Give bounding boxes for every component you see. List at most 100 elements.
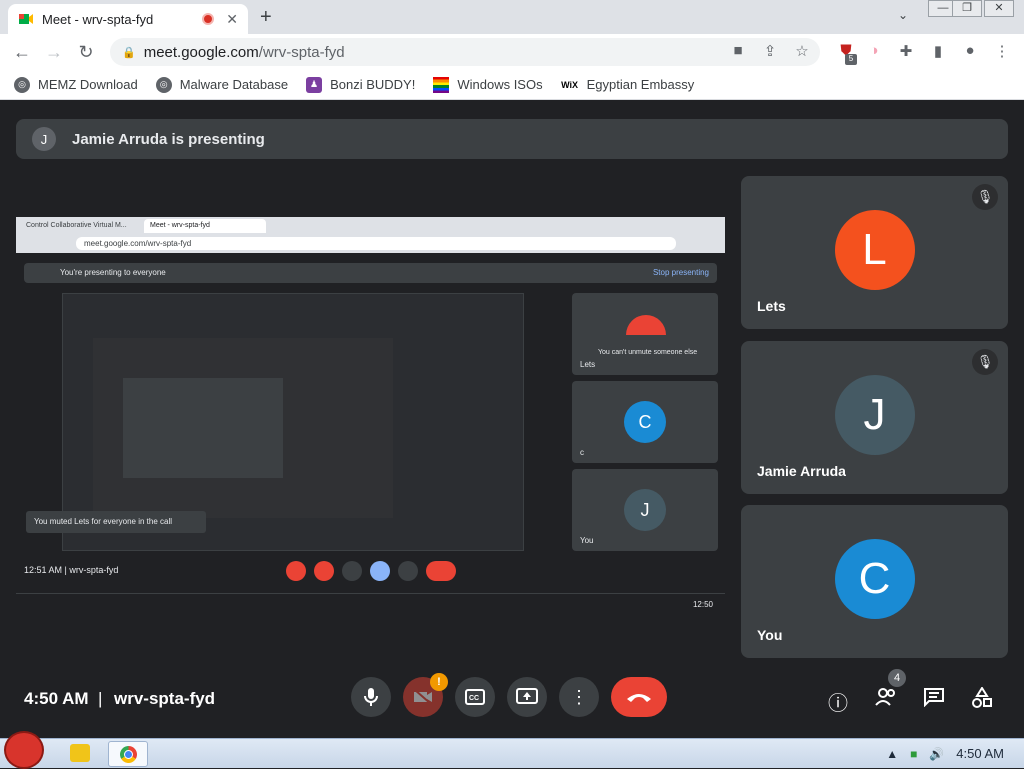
- browser-tab-meet[interactable]: Meet - wrv-spta-fyd ✕: [8, 4, 248, 34]
- camera-warning-badge: !: [430, 673, 448, 691]
- shared-tile-avatar: J: [624, 489, 666, 531]
- close-tab-icon[interactable]: ✕: [226, 11, 238, 28]
- bookmark-memz[interactable]: ◎ MEMZ Download: [14, 76, 138, 93]
- taskbar-clock[interactable]: 4:50 AM: [956, 746, 1004, 761]
- shared-presenting-text: You're presenting to everyone: [60, 268, 166, 277]
- share-icon[interactable]: ⇪: [760, 42, 780, 60]
- new-tab-button[interactable]: +: [260, 6, 272, 29]
- shared-presenting-bar: You're presenting to everyone Stop prese…: [24, 263, 717, 283]
- bookmarks-bar: ◎ MEMZ Download ◎ Malware Database ♟ Bonzi …: [0, 70, 1024, 100]
- flag-extension-icon[interactable]: ◑: [864, 42, 884, 59]
- presenting-text: Jamie Arruda is presenting: [72, 130, 265, 148]
- shared-captions-icon: [342, 561, 362, 581]
- shared-tile-lets-caption: You can't unmute someone else: [598, 349, 698, 356]
- restore-button[interactable]: ❐: [952, 0, 982, 17]
- present-screen-icon: [516, 688, 538, 704]
- participant-name: You: [757, 627, 783, 643]
- side-panel-icon[interactable]: ▮: [928, 42, 948, 60]
- bookmark-egyptian-embassy[interactable]: WiX Egyptian Embassy: [561, 77, 694, 93]
- participant-tile-you[interactable]: C You: [741, 505, 1008, 658]
- shared-tile-lets-avatar: [626, 315, 666, 335]
- participant-name: Lets: [757, 298, 786, 314]
- microphone-button[interactable]: [351, 677, 391, 717]
- mic-off-icon: 🎙: [972, 184, 998, 210]
- presenter-avatar: J: [32, 127, 56, 151]
- shared-taskbar: 12:50: [16, 593, 725, 617]
- volume-icon[interactable]: 🔊: [929, 747, 944, 761]
- meeting-time: 4:50 AM: [24, 689, 89, 708]
- start-button-angry-bird-icon[interactable]: [4, 731, 44, 769]
- shared-end-call-icon: [426, 561, 456, 581]
- participant-avatar: L: [834, 210, 915, 290]
- tab-search-chevron-icon[interactable]: ⌄: [898, 8, 908, 22]
- extensions-puzzle-icon[interactable]: ✚: [896, 42, 916, 60]
- shared-browser-chrome: Control Collaborative Virtual M... Meet …: [16, 217, 725, 253]
- people-icon[interactable]: [873, 687, 899, 713]
- camera-off-icon: [414, 689, 432, 705]
- bonzi-icon: ♟: [306, 76, 323, 93]
- tray-expand-icon[interactable]: ▲: [886, 747, 898, 761]
- meet-control-bar: 4:50 AM | wrv-spta-fyd ! CC ⋮ ⓘ 4: [0, 667, 1024, 729]
- profile-avatar-icon[interactable]: ●: [960, 42, 980, 59]
- chat-icon[interactable]: [921, 687, 947, 713]
- present-button[interactable]: [507, 677, 547, 717]
- recording-indicator-icon: [202, 13, 215, 25]
- activities-icon[interactable]: [969, 686, 995, 715]
- extension-badge: 5: [845, 54, 857, 65]
- close-window-button[interactable]: ✕: [984, 0, 1014, 17]
- recursive-screen-share-level-3: [123, 378, 283, 478]
- shared-stop-presenting: Stop presenting: [652, 268, 709, 277]
- os-taskbar: ▲ ■ 🔊 4:50 AM: [0, 731, 1024, 769]
- camera-icon[interactable]: ■: [728, 42, 748, 59]
- globe-icon: ◎: [155, 76, 172, 93]
- end-call-button[interactable]: [611, 677, 667, 717]
- shared-screen[interactable]: Control Collaborative Virtual M... Meet …: [16, 217, 725, 621]
- rainbow-flag-icon: [433, 76, 450, 93]
- phone-hangup-icon: [627, 694, 651, 702]
- shared-tile-name: You: [580, 536, 594, 545]
- shared-tile-name: c: [580, 448, 584, 457]
- forward-arrow-icon[interactable]: →: [38, 42, 70, 63]
- chrome-icon: [120, 746, 137, 763]
- mic-off-icon: 🎙: [972, 349, 998, 375]
- svg-text:CC: CC: [469, 695, 479, 702]
- taskbar-chrome-button[interactable]: [108, 741, 148, 767]
- shared-tab-b: Meet - wrv-spta-fyd: [144, 219, 266, 233]
- back-arrow-icon[interactable]: ←: [6, 42, 38, 63]
- globe-icon: ◎: [14, 76, 30, 93]
- more-vertical-icon: ⋮: [570, 686, 588, 707]
- shared-tile-you: J You: [572, 469, 718, 551]
- menu-kebab-icon[interactable]: ⋮: [992, 42, 1012, 60]
- closed-captions-icon: CC: [465, 689, 485, 705]
- captions-button[interactable]: CC: [455, 677, 495, 717]
- bookmark-malware-db[interactable]: ◎ Malware Database: [155, 76, 288, 93]
- participant-tile-jamie[interactable]: 🎙 J Jamie Arruda: [741, 341, 1008, 494]
- bookmark-star-icon[interactable]: ☆: [792, 42, 812, 60]
- taskbar-app-icon[interactable]: [70, 744, 90, 762]
- shared-present-icon: [370, 561, 390, 581]
- shared-controls: [286, 561, 456, 581]
- lock-icon: 🔒: [122, 46, 136, 59]
- participant-count-badge: 4: [888, 669, 906, 687]
- microphone-icon: [364, 688, 378, 706]
- shared-tile-name: Lets: [580, 360, 596, 369]
- network-icon[interactable]: ■: [910, 747, 917, 761]
- bookmark-bonzi[interactable]: ♟ Bonzi BUDDY!: [306, 76, 415, 93]
- shared-tile-avatar: C: [624, 401, 666, 443]
- address-bar[interactable]: 🔒 meet.google.com/wrv-spta-fyd: [110, 38, 820, 66]
- shared-camera-icon: [314, 561, 334, 581]
- more-options-button[interactable]: ⋮: [559, 677, 599, 717]
- bookmark-windows-isos[interactable]: Windows ISOs: [433, 76, 543, 93]
- separator: |: [98, 689, 103, 708]
- shared-more-icon: [398, 561, 418, 581]
- shared-clock: 12:50: [692, 600, 713, 609]
- reload-icon[interactable]: ↻: [70, 42, 102, 63]
- participant-tile-lets[interactable]: 🎙 L Lets: [741, 176, 1008, 329]
- system-tray: ▲ ■ 🔊 4:50 AM: [874, 746, 1004, 761]
- shared-mic-icon: [286, 561, 306, 581]
- url-host: meet.google.com: [143, 43, 259, 61]
- shared-tab-a: Control Collaborative Virtual M...: [26, 222, 127, 229]
- meeting-info-icon[interactable]: ⓘ: [825, 687, 851, 716]
- meet-stage: J Jamie Arruda is presenting Control Col…: [0, 101, 1024, 738]
- participant-avatar: J: [834, 375, 915, 455]
